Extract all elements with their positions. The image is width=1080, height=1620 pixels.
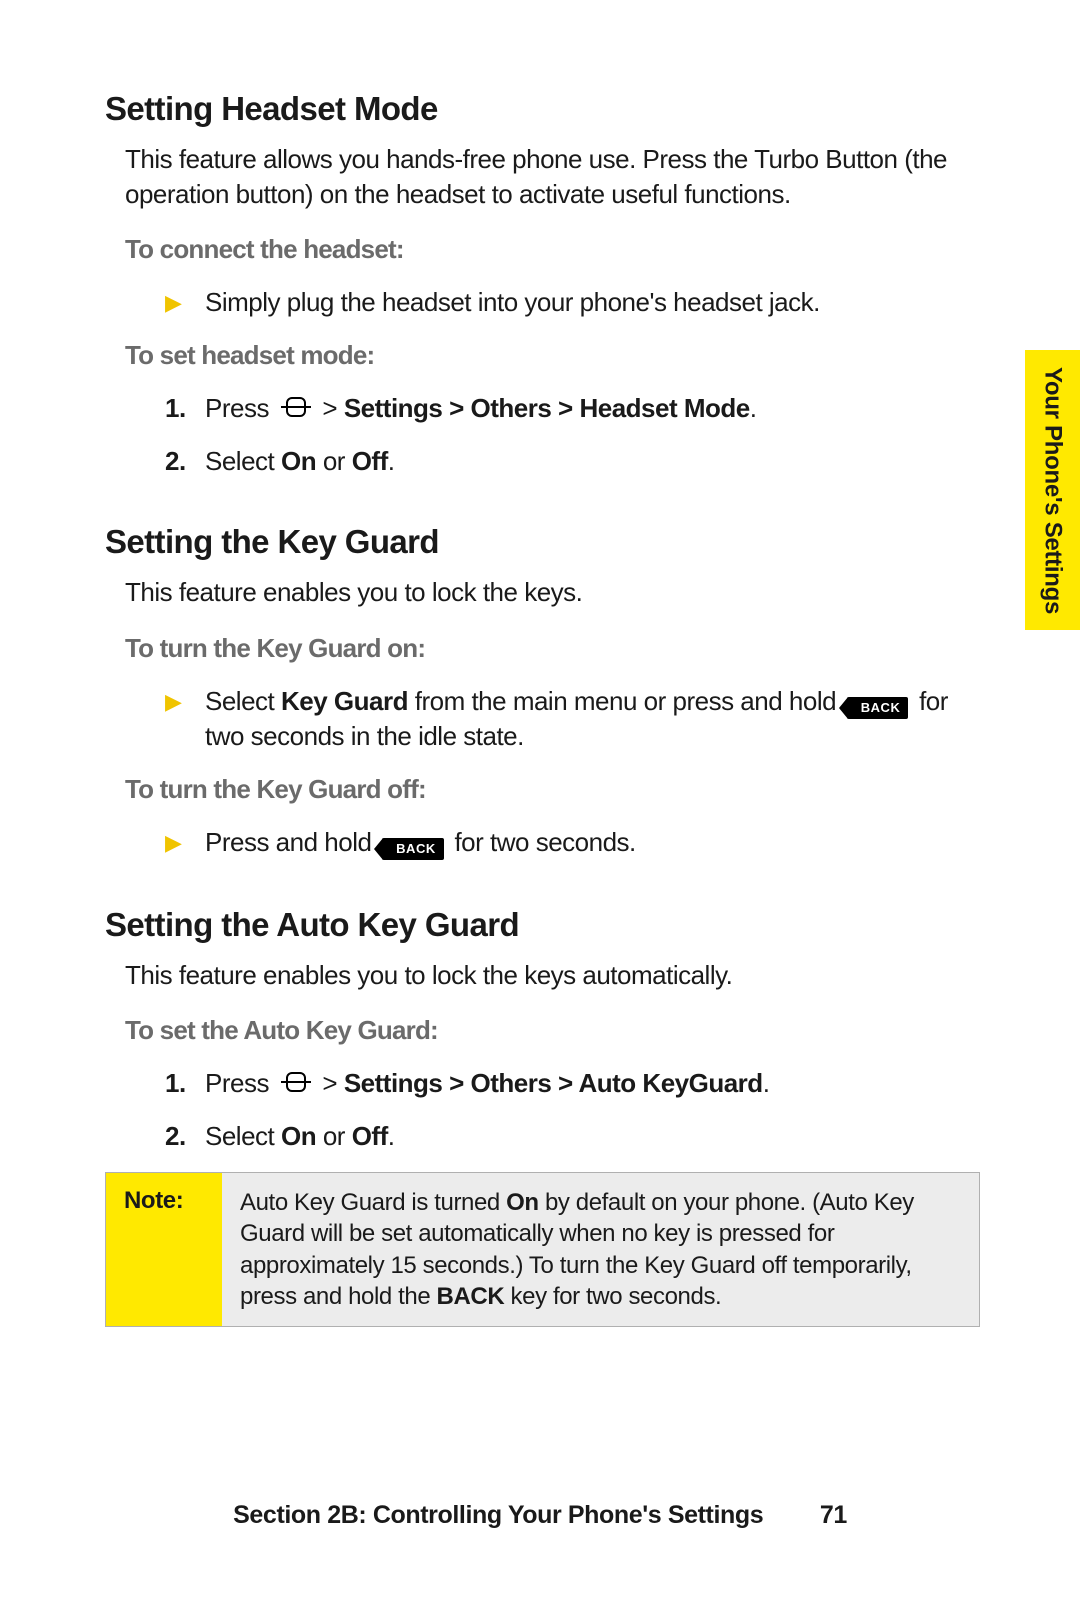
list-item: 1. Press > Settings > Others > Headset M… xyxy=(165,391,980,426)
lead-keyguard-off: To turn the Key Guard off: xyxy=(125,774,980,805)
back-key-icon: BACK xyxy=(847,697,909,719)
lead-auto-keyguard: To set the Auto Key Guard: xyxy=(125,1015,980,1046)
list-item: 1. Press > Settings > Others > Auto KeyG… xyxy=(165,1066,980,1101)
list-item: ▶ Simply plug the headset into your phon… xyxy=(165,285,980,320)
page-number: 71 xyxy=(820,1501,847,1529)
intro-auto-key-guard: This feature enables you to lock the key… xyxy=(125,958,980,993)
list-item: 2. Select On or Off. xyxy=(165,1119,980,1154)
note-box: Note: Auto Key Guard is turned On by def… xyxy=(105,1172,980,1327)
heading-key-guard: Setting the Key Guard xyxy=(105,523,980,561)
step-number: 1. xyxy=(165,1066,205,1101)
note-body: Auto Key Guard is turned On by default o… xyxy=(222,1173,979,1326)
side-tab: Your Phone's Settings xyxy=(1025,350,1080,630)
heading-headset-mode: Setting Headset Mode xyxy=(105,90,980,128)
triangle-icon: ▶ xyxy=(165,684,205,754)
footer-section: Section 2B: Controlling Your Phone's Set… xyxy=(233,1501,763,1529)
bullet-text: Simply plug the headset into your phone'… xyxy=(205,285,980,320)
triangle-icon: ▶ xyxy=(165,825,205,860)
lead-keyguard-on: To turn the Key Guard on: xyxy=(125,633,980,664)
list-item: ▶ Select Key Guard from the main menu or… xyxy=(165,684,980,754)
intro-headset: This feature allows you hands-free phone… xyxy=(125,142,980,212)
step-text: Select On or Off. xyxy=(205,1119,980,1154)
intro-key-guard: This feature enables you to lock the key… xyxy=(125,575,980,610)
menu-key-icon xyxy=(279,1070,313,1096)
side-tab-label: Your Phone's Settings xyxy=(1039,367,1067,614)
step-text: Press > Settings > Others > Headset Mode… xyxy=(205,391,980,426)
menu-key-icon xyxy=(279,395,313,421)
heading-auto-key-guard: Setting the Auto Key Guard xyxy=(105,906,980,944)
back-key-icon: BACK xyxy=(382,838,444,860)
triangle-icon: ▶ xyxy=(165,285,205,320)
step-text: Select On or Off. xyxy=(205,444,980,479)
step-text: Press > Settings > Others > Auto KeyGuar… xyxy=(205,1066,980,1101)
bullet-text: Select Key Guard from the main menu or p… xyxy=(205,684,980,754)
step-number: 1. xyxy=(165,391,205,426)
page-footer: Section 2B: Controlling Your Phone's Set… xyxy=(0,1501,1080,1530)
list-item: 2. Select On or Off. xyxy=(165,444,980,479)
step-number: 2. xyxy=(165,444,205,479)
lead-connect-headset: To connect the headset: xyxy=(125,234,980,265)
list-item: ▶ Press and hold BACK for two seconds. xyxy=(165,825,980,860)
note-label: Note: xyxy=(106,1173,222,1326)
step-number: 2. xyxy=(165,1119,205,1154)
bullet-text: Press and hold BACK for two seconds. xyxy=(205,825,980,860)
lead-set-headset-mode: To set headset mode: xyxy=(125,340,980,371)
